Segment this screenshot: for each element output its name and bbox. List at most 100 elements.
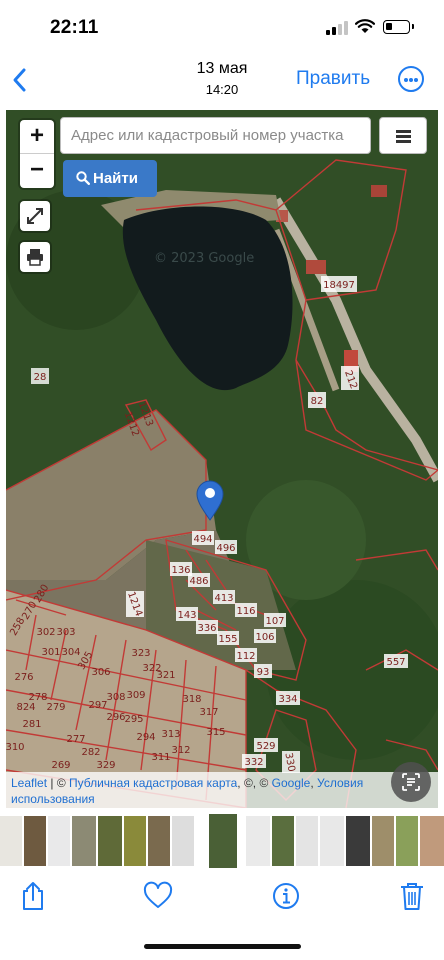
- svg-text:107: 107: [265, 616, 284, 627]
- parcel-label: 112: [235, 648, 257, 662]
- svg-text:332: 332: [244, 757, 263, 768]
- thumbnail[interactable]: [98, 816, 122, 866]
- svg-text:315: 315: [206, 727, 225, 738]
- svg-text:310: 310: [6, 742, 25, 753]
- expand-icon: [27, 208, 43, 224]
- thumbnail[interactable]: [24, 816, 46, 866]
- svg-text:282: 282: [81, 747, 100, 758]
- svg-text:334: 334: [278, 694, 297, 705]
- svg-text:311: 311: [151, 752, 170, 763]
- status-bar: 22:11: [0, 0, 444, 58]
- leaflet-link[interactable]: Leaflet: [11, 776, 47, 790]
- thumbnail[interactable]: [246, 816, 270, 866]
- find-button[interactable]: Найти: [63, 160, 157, 197]
- thumbnail[interactable]: [124, 816, 146, 866]
- trash-icon[interactable]: [397, 880, 427, 912]
- parcel-label: 557: [384, 654, 408, 668]
- parcel-label: 155: [217, 631, 239, 645]
- svg-text:269: 269: [51, 760, 70, 771]
- thumbnail[interactable]: [148, 816, 170, 866]
- svg-text:302: 302: [36, 627, 55, 638]
- parcel-label: 107: [264, 613, 286, 627]
- svg-text:28: 28: [34, 372, 47, 383]
- printer-icon: [27, 249, 43, 266]
- thumbnail[interactable]: [0, 816, 22, 866]
- thumbnail[interactable]: [172, 816, 194, 866]
- svg-text:309: 309: [126, 690, 145, 701]
- photo-thumbnail-strip[interactable]: [0, 814, 444, 868]
- svg-text:329: 329: [96, 760, 115, 771]
- edit-button[interactable]: Править: [296, 68, 370, 90]
- parcel-label: 496: [215, 540, 237, 554]
- svg-text:494: 494: [193, 534, 212, 545]
- parcel-label: 486: [188, 573, 210, 587]
- svg-text:294: 294: [136, 732, 155, 743]
- svg-text:296: 296: [106, 712, 125, 723]
- search-icon: [76, 171, 90, 185]
- svg-text:529: 529: [256, 741, 275, 752]
- parcel-label: 116: [235, 603, 257, 617]
- heart-icon[interactable]: [143, 880, 173, 912]
- attribution-separator: ,: [310, 776, 318, 790]
- zoom-in-button[interactable]: +: [20, 120, 54, 154]
- parcel-label: 28: [31, 368, 49, 384]
- google-watermark: © 2023 Google: [154, 251, 254, 266]
- parcel-label: 106: [254, 629, 276, 643]
- live-text-button[interactable]: [391, 762, 431, 802]
- svg-text:318: 318: [182, 694, 201, 705]
- cadastral-search-input[interactable]: [60, 117, 371, 154]
- svg-text:323: 323: [131, 648, 150, 659]
- find-button-label: Найти: [93, 170, 138, 187]
- attribution-separator: | ©: [47, 776, 69, 790]
- thumbnail[interactable]: [296, 816, 318, 866]
- layers-menu-button[interactable]: [379, 117, 427, 154]
- parcel-label: 1214: [125, 590, 144, 618]
- fullscreen-button[interactable]: [20, 201, 50, 231]
- thumbnail[interactable]: [372, 816, 394, 866]
- print-button[interactable]: [20, 242, 50, 272]
- svg-text:112: 112: [236, 651, 255, 662]
- svg-text:313: 313: [161, 729, 180, 740]
- svg-text:136: 136: [171, 565, 190, 576]
- thumbnail[interactable]: [72, 816, 96, 866]
- share-icon[interactable]: [18, 880, 48, 912]
- battery-icon: [383, 20, 414, 34]
- svg-text:303: 303: [56, 627, 75, 638]
- google-link[interactable]: Google: [272, 776, 311, 790]
- svg-text:413: 413: [214, 593, 233, 604]
- pkk-link[interactable]: Публичная кадастровая карта: [69, 776, 237, 790]
- parcel-label: 212: [341, 366, 359, 391]
- parcel-label: 330: [282, 751, 300, 773]
- svg-text:155: 155: [218, 634, 237, 645]
- thumbnail[interactable]: [48, 816, 70, 866]
- thumbnail[interactable]: [320, 816, 344, 866]
- parcel-label: 336: [196, 620, 218, 634]
- zoom-control: + −: [20, 120, 54, 188]
- signal-icon: [326, 21, 348, 35]
- thumbnail[interactable]: [346, 816, 370, 866]
- cadastral-map-screenshot[interactable]: © 2023 Google 18497 212 82 28 1213 1212 …: [6, 110, 438, 808]
- parcel-label: 143: [176, 607, 198, 621]
- thumbnail[interactable]: [420, 816, 444, 866]
- more-options-icon[interactable]: [398, 66, 424, 92]
- zoom-out-button[interactable]: −: [20, 154, 54, 187]
- svg-text:93: 93: [257, 667, 270, 678]
- parcel-label: 494: [192, 531, 214, 545]
- svg-text:277: 277: [66, 734, 85, 745]
- thumbnail-current[interactable]: [207, 814, 239, 868]
- parcel-label: 334: [276, 691, 300, 705]
- info-icon[interactable]: [271, 880, 301, 912]
- thumbnail[interactable]: [272, 816, 294, 866]
- svg-text:824: 824: [16, 702, 35, 713]
- parcel-label: 413: [213, 590, 235, 604]
- svg-text:297: 297: [88, 700, 107, 711]
- bottom-toolbar: [0, 868, 444, 930]
- svg-text:106: 106: [255, 632, 274, 643]
- svg-text:486: 486: [189, 576, 208, 587]
- thumbnail[interactable]: [396, 816, 418, 866]
- live-text-icon: [402, 773, 420, 791]
- home-indicator[interactable]: [144, 944, 301, 949]
- svg-text:143: 143: [177, 610, 196, 621]
- parcel-label: 82: [308, 392, 326, 408]
- satellite-map-image: © 2023 Google 18497 212 82 28 1213 1212 …: [6, 110, 438, 808]
